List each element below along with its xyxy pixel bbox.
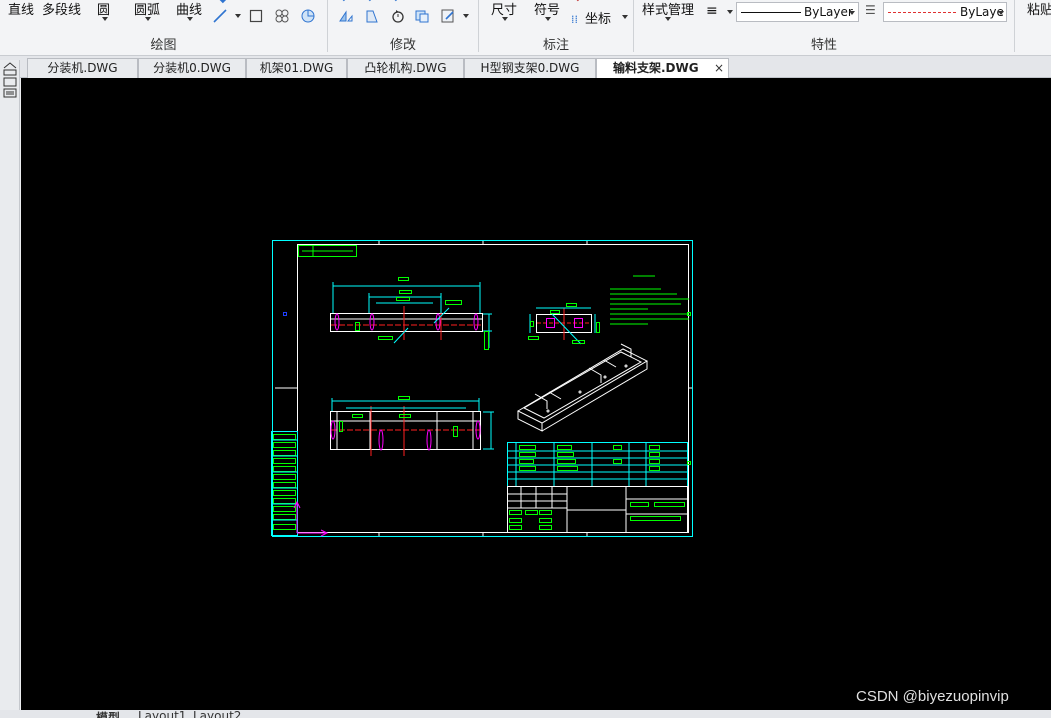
- document-tab-label: H型钢支架0.DWG: [480, 61, 580, 75]
- layout-tab-layout2[interactable]: Layout2: [193, 710, 241, 718]
- document-tab-label: 机架01.DWG: [259, 61, 334, 75]
- palette-icon[interactable]: [0, 60, 20, 110]
- list-icon[interactable]: ≡: [706, 3, 718, 19]
- chevron-down-icon: [187, 17, 193, 21]
- chevron-down-icon: [145, 17, 151, 21]
- linetype-combo[interactable]: ByLayer: [736, 2, 859, 22]
- polyline-button[interactable]: 多段线: [42, 0, 81, 18]
- ribbon: 直线 多段线 圆 圆弧 曲线 ◆ 绘图 ◆ ◆ ◆ 修改 尺寸 符号 ◆ ⁞⁞ 坐…: [0, 0, 1051, 56]
- curve-label: 曲线: [176, 3, 203, 18]
- dimension-label: 尺寸: [491, 3, 518, 18]
- chevron-down-icon[interactable]: [727, 10, 733, 14]
- rotate-icon[interactable]: [390, 8, 406, 24]
- symbol-extra-icon[interactable]: ◆: [574, 0, 582, 3]
- chevron-down-icon: [102, 17, 108, 21]
- lineweight-icon[interactable]: ☰: [865, 3, 876, 17]
- document-tab-bar: 分装机.DWG 分装机0.DWG 机架01.DWG 凸轮机构.DWG H型钢支架…: [0, 56, 1051, 80]
- coordinate-icon: ⁞⁞: [571, 13, 578, 26]
- document-tab-label: 分装机.DWG: [47, 61, 118, 75]
- style-manager-button[interactable]: 样式管理: [642, 0, 695, 21]
- circle-label: 圆: [97, 3, 111, 18]
- draw-group-label: 绘图: [150, 38, 177, 53]
- drawing-canvas[interactable]: [21, 78, 1051, 710]
- chevron-down-icon: [665, 17, 671, 21]
- copy-icon[interactable]: [414, 8, 430, 24]
- layout-tab-layout1[interactable]: Layout1: [138, 710, 186, 718]
- point-marker: [283, 312, 287, 316]
- curve-button[interactable]: 曲线: [176, 0, 204, 21]
- linetype-preview: [888, 12, 956, 13]
- construction-line-icon[interactable]: [212, 8, 228, 24]
- close-icon[interactable]: ×: [714, 59, 724, 78]
- arc-button[interactable]: 圆弧: [134, 0, 162, 21]
- symbol-label: 符号: [534, 3, 561, 18]
- drawing-number-marks: [302, 246, 353, 256]
- document-tab-label: 输料支架.DWG: [613, 61, 699, 75]
- symbol-button[interactable]: 符号: [534, 0, 562, 21]
- cad-drawing[interactable]: [21, 78, 1051, 710]
- document-tab[interactable]: 分装机0.DWG: [138, 58, 246, 79]
- stretch-icon[interactable]: [364, 8, 380, 24]
- document-tab-label: 分装机0.DWG: [153, 61, 231, 75]
- chevron-down-icon: [545, 17, 551, 21]
- title-block: [507, 486, 688, 533]
- bill-of-materials: [507, 442, 688, 487]
- chevron-down-icon: [998, 11, 1004, 15]
- sheet-inner-border: [297, 244, 689, 533]
- linetype-preview: [741, 12, 801, 13]
- hatch-icon[interactable]: [274, 8, 290, 24]
- technical-requirements: [610, 275, 689, 325]
- line-label: 直线: [8, 3, 35, 18]
- chevron-down-icon: [849, 11, 855, 15]
- coordinate-label: 坐标: [585, 12, 612, 27]
- document-tab[interactable]: 凸轮机构.DWG: [347, 58, 464, 79]
- document-tab-active[interactable]: 输料支架.DWG ×: [596, 58, 729, 80]
- circle-button[interactable]: 圆: [97, 0, 113, 21]
- chevron-down-icon[interactable]: [622, 15, 628, 19]
- annotation-group-label: 标注: [542, 38, 569, 53]
- linetype-value: ByLayer: [804, 5, 853, 19]
- document-tab[interactable]: 机架01.DWG: [246, 58, 347, 79]
- properties-group-label: 特性: [810, 38, 837, 53]
- line-button[interactable]: 直线: [8, 0, 34, 18]
- layout-tab-bar: 模型 Layout1 Layout2: [0, 710, 1051, 718]
- front-view: [330, 396, 494, 456]
- group-divider: [1014, 0, 1015, 52]
- center-marks: [275, 241, 692, 536]
- watermark-text: CSDN @biyezuopinvip: [856, 688, 1009, 705]
- mirror-icon[interactable]: [338, 8, 354, 24]
- chevron-down-icon[interactable]: [235, 14, 241, 18]
- arc-label: 圆弧: [134, 3, 161, 18]
- document-tab[interactable]: H型钢支架0.DWG: [464, 58, 596, 79]
- left-tool-strip: [0, 60, 20, 710]
- modify-extra-icon[interactable]: ◆: [392, 0, 400, 3]
- document-tab-label: 凸轮机构.DWG: [364, 61, 447, 75]
- top-view: [330, 277, 492, 350]
- revision-table: [271, 431, 298, 536]
- rectangle-icon[interactable]: [248, 8, 264, 24]
- side-view: [528, 303, 600, 345]
- polyline-label: 多段线: [42, 3, 82, 18]
- region-icon[interactable]: [300, 8, 316, 24]
- ucs-icon: [293, 500, 329, 537]
- document-tab[interactable]: 分装机.DWG: [27, 58, 138, 79]
- coordinate-button[interactable]: ⁞⁞ 坐标: [571, 8, 611, 27]
- edit-properties-icon[interactable]: [440, 8, 456, 24]
- draw-extra-icon[interactable]: ◆: [219, 0, 227, 5]
- modify-group-label: 修改: [389, 38, 416, 53]
- chevron-down-icon[interactable]: [463, 14, 469, 18]
- modify-extra-icon[interactable]: ◆: [340, 0, 348, 3]
- modify-extra-icon[interactable]: ◆: [366, 0, 374, 3]
- dimension-button[interactable]: 尺寸: [491, 0, 519, 21]
- isometric-view: [516, 343, 649, 432]
- layout-tab-model[interactable]: 模型: [96, 710, 120, 718]
- paste-button[interactable]: 粘贴: [1027, 0, 1051, 18]
- chevron-down-icon: [502, 17, 508, 21]
- style-manager-label: 样式管理: [642, 3, 695, 18]
- sheet-outer-border: [272, 240, 693, 537]
- linetype-combo-2[interactable]: ByLaye: [883, 2, 1007, 22]
- paste-label: 粘贴: [1027, 3, 1051, 18]
